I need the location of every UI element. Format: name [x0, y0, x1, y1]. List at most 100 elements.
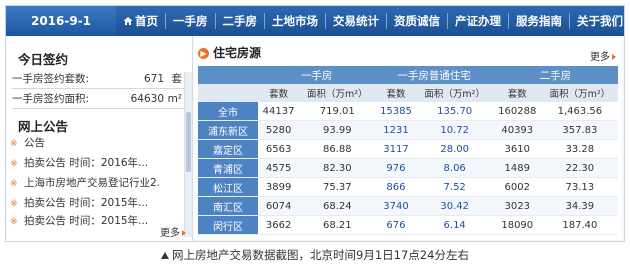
- table-cell: 135.70: [416, 102, 493, 121]
- arrow-right-icon: [182, 230, 186, 236]
- home-icon: [123, 17, 133, 25]
- column-header: 套数: [258, 84, 300, 102]
- table-cell: 3662: [258, 215, 300, 235]
- table-corner: [198, 84, 258, 102]
- sign-row-count: 一手房签约套数: 671 套: [12, 70, 184, 89]
- table-cell: 75.37: [299, 177, 376, 197]
- table-cell: 18090: [492, 215, 542, 235]
- table-cell: 6563: [258, 139, 300, 159]
- date-label: 2016-9-1: [6, 6, 116, 36]
- nav-new-house[interactable]: 一手房: [165, 13, 215, 29]
- table-cell: 22.30: [541, 158, 618, 178]
- column-header: 面积（万m²）: [416, 84, 493, 102]
- main-nav: 首页 一手房 二手房 土地市场 交易统计 资质诚信 产证办理 服务指南 关于我们: [116, 6, 630, 36]
- table-cell: 4575: [258, 158, 300, 178]
- table-cell: 3117: [375, 139, 417, 159]
- table-cell: 15385: [375, 102, 417, 121]
- bullet-icon: ※: [10, 217, 18, 227]
- table-cell: 7.52: [416, 177, 493, 197]
- table-cell: 6.14: [416, 215, 493, 235]
- table-cell: 8.06: [416, 158, 493, 178]
- sign-title: 今日签约: [18, 52, 69, 67]
- table-row: 南汇区 6074 68.24 3740 30.42 3023 34.39: [198, 196, 618, 216]
- nav-service-guide[interactable]: 服务指南: [508, 13, 569, 29]
- table-cell: 3740: [375, 196, 417, 216]
- nav-certificate[interactable]: 产证办理: [447, 13, 508, 29]
- scrollbar-thumb[interactable]: [186, 112, 191, 172]
- table-cell: 3899: [258, 177, 300, 197]
- table-cell: 6074: [258, 196, 300, 216]
- table-cell: 28.00: [416, 139, 493, 159]
- table-row: 闵行区 3662 68.21 676 6.14 18090 187.40: [198, 215, 618, 235]
- announce-title: 网上公告: [18, 119, 69, 134]
- district-link[interactable]: 青浦区: [198, 158, 258, 178]
- image-caption: 网上房地产交易数据截图，北京时间9月1日17点24分左右: [0, 247, 630, 263]
- nav-land-market[interactable]: 土地市场: [264, 13, 325, 29]
- district-link[interactable]: 全市: [198, 102, 258, 121]
- table-cell: 30.42: [416, 196, 493, 216]
- table-row: 嘉定区 6563 86.88 3117 28.00 3610 33.28: [198, 139, 618, 159]
- left-sidebar: 今日签约 一手房签约套数: 671 套 一手房签约面积: 64630 m² 网上…: [6, 36, 193, 241]
- column-header: 面积（万m²）: [299, 84, 376, 102]
- arrow-circle-icon: ▶: [198, 48, 209, 59]
- table-cell: 1,463.56: [541, 102, 618, 121]
- announcement-item[interactable]: ※ 拍卖公告 时间：2016年...: [10, 155, 160, 171]
- table-cell: 6002: [492, 177, 542, 197]
- announcement-scrollbar[interactable]: [184, 72, 192, 237]
- column-header: 面积（万m²）: [541, 84, 618, 102]
- table-row: 全市 44137 719.01 15385 135.70 160288 1,463.56: [198, 102, 618, 121]
- arrow-right-icon: [612, 54, 616, 60]
- group-header: 一手房普通住宅: [375, 66, 493, 84]
- district-link[interactable]: 南汇区: [198, 196, 258, 216]
- table-corner: [198, 66, 258, 84]
- table-cell: 33.28: [541, 139, 618, 159]
- bullet-icon: ※: [10, 159, 18, 169]
- nav-second-hand[interactable]: 二手房: [214, 13, 265, 29]
- table-cell: 187.40: [541, 215, 618, 235]
- table-row: 青浦区 4575 82.30 976 8.06 1489 22.30: [198, 158, 618, 178]
- district-link[interactable]: 浦东新区: [198, 120, 258, 140]
- triangle-icon: [161, 252, 170, 259]
- bullet-icon: ※: [10, 139, 18, 149]
- table-cell: 719.01: [299, 102, 376, 121]
- announcement-item[interactable]: ※ 拍卖公告 时间：2015年...: [10, 195, 160, 211]
- nav-about-us[interactable]: 关于我们: [569, 13, 630, 29]
- panel-title: ▶ 住宅房源: [198, 44, 261, 61]
- nav-credentials[interactable]: 资质诚信: [386, 13, 447, 29]
- announcement-item[interactable]: ※ 拍卖公告 时间：2015年...: [10, 213, 160, 229]
- table-cell: 82.30: [299, 158, 376, 178]
- table-cell: 34.39: [541, 196, 618, 216]
- table-cell: 5280: [258, 120, 300, 140]
- table-cell: 976: [375, 158, 417, 178]
- table-cell: 86.88: [299, 139, 376, 159]
- bullet-icon: ※: [10, 179, 18, 189]
- table-cell: 357.83: [541, 120, 618, 140]
- district-link[interactable]: 嘉定区: [198, 139, 258, 159]
- table-cell: 160288: [492, 102, 542, 121]
- table-row: 浦东新区 5280 93.99 1231 10.72 40393 357.83: [198, 120, 618, 140]
- table-row: 松江区 3899 75.37 866 7.52 6002 73.13: [198, 177, 618, 197]
- panel-more-link[interactable]: 更多: [590, 48, 616, 63]
- housing-panel: ▶ 住宅房源 更多 一手房 一手房普通住宅 二手房 套数 面积（万m²） 套数 面…: [194, 38, 622, 240]
- nav-trade-stats[interactable]: 交易统计: [325, 13, 386, 29]
- district-link[interactable]: 闵行区: [198, 215, 258, 235]
- sign-row-area: 一手房签约面积: 64630 m²: [12, 90, 184, 109]
- column-header: 套数: [492, 84, 542, 102]
- table-cell: 3023: [492, 196, 542, 216]
- table-cell: 866: [375, 177, 417, 197]
- nav-home[interactable]: 首页: [116, 13, 165, 29]
- announcement-item[interactable]: ※ 公告: [10, 135, 160, 151]
- district-link[interactable]: 松江区: [198, 177, 258, 197]
- app-window: 2016-9-1 首页 一手房 二手房 土地市场 交易统计 资质诚信 产证办理 …: [5, 5, 625, 242]
- table-cell: 68.24: [299, 196, 376, 216]
- bullet-icon: ※: [10, 199, 18, 209]
- group-header: 二手房: [492, 66, 618, 84]
- table-cell: 10.72: [416, 120, 493, 140]
- table-cell: 40393: [492, 120, 542, 140]
- announcement-item[interactable]: ※ 上海市房地产交易登记行业2...: [10, 175, 160, 191]
- table-cell: 1489: [492, 158, 542, 178]
- group-header: 一手房: [258, 66, 376, 84]
- announcement-more-link[interactable]: 更多: [160, 224, 186, 239]
- housing-table: 一手房 一手房普通住宅 二手房 套数 面积（万m²） 套数 面积（万m²） 套数…: [198, 66, 618, 235]
- table-cell: 68.21: [299, 215, 376, 235]
